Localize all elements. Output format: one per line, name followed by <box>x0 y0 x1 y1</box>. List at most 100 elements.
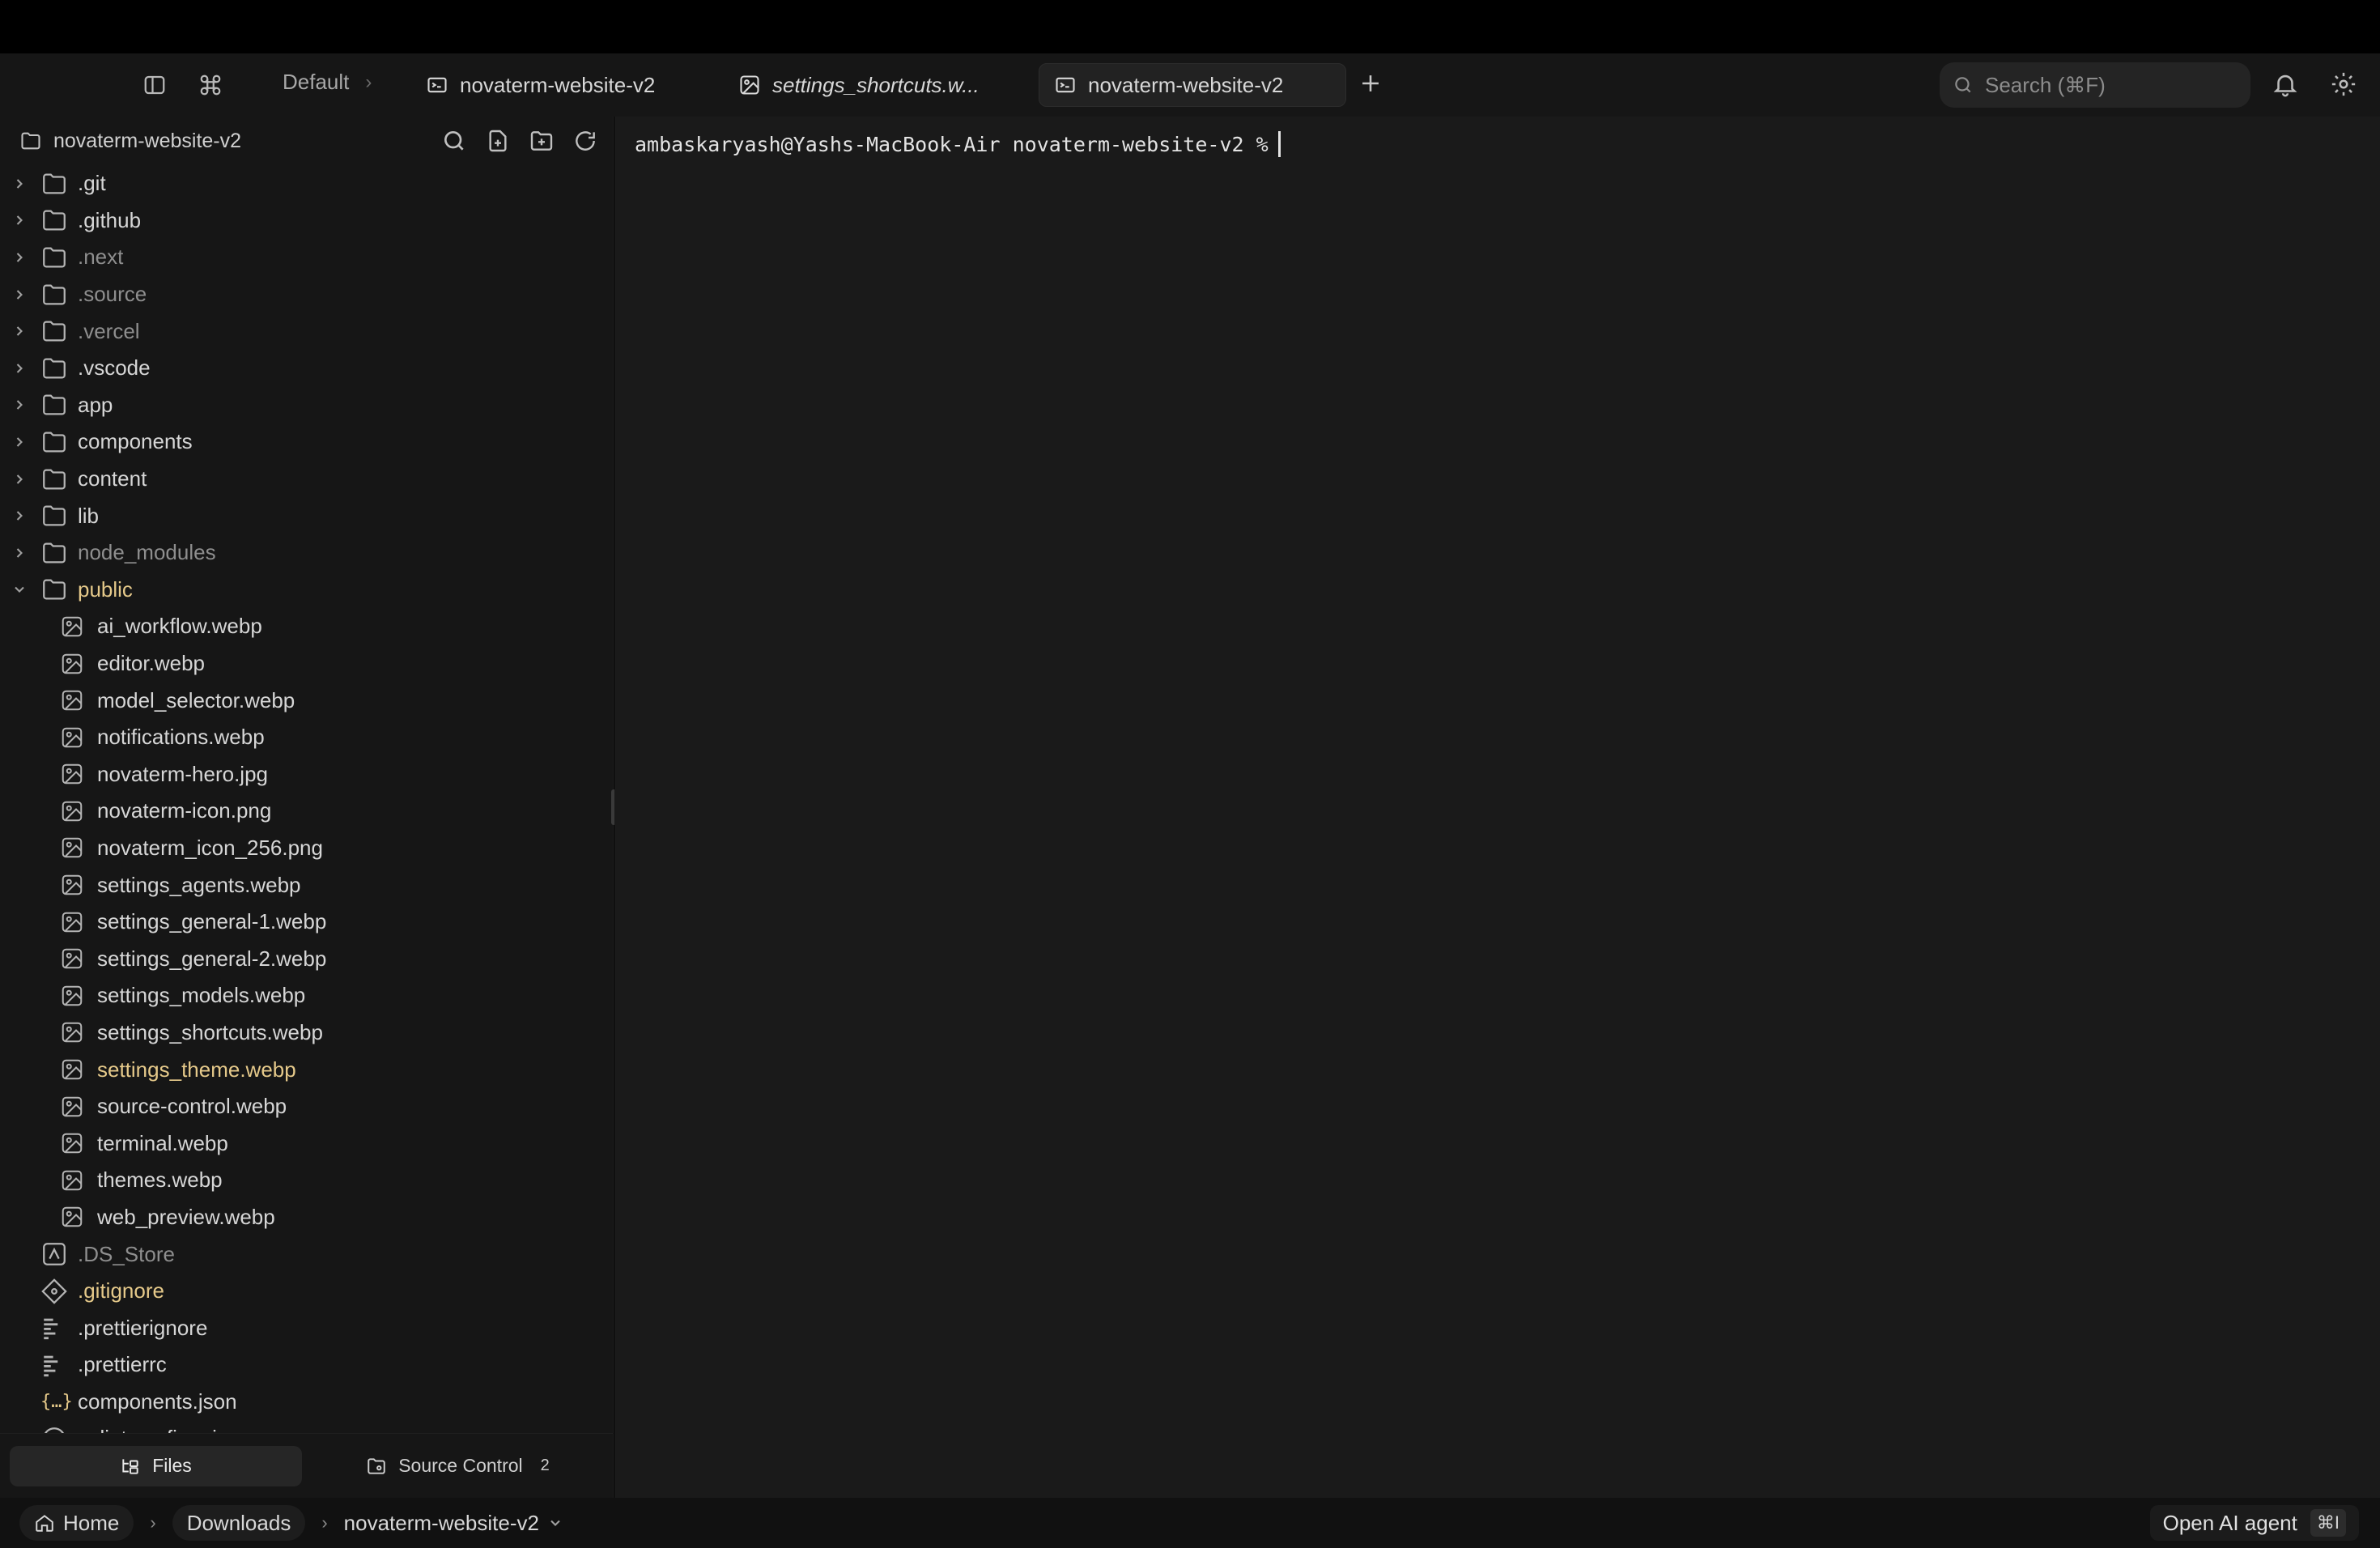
image-icon <box>740 75 759 95</box>
folder-icon <box>40 391 68 419</box>
folder-row-components[interactable]: components <box>0 423 614 461</box>
file-row[interactable]: novaterm_icon_256.png <box>0 830 614 867</box>
folder-label: app <box>78 392 113 417</box>
terminal-prompt-line: ambaskaryash@Yashs-MacBook-Air novaterm-… <box>635 131 1281 157</box>
folder-label: .next <box>78 245 124 270</box>
folder-row-lib[interactable]: lib <box>0 497 614 534</box>
breadcrumb-downloads[interactable]: Downloads <box>172 1505 306 1541</box>
tab-terminal-2[interactable]: novaterm-website-v2 <box>1039 63 1346 107</box>
source-control-icon <box>368 1457 385 1474</box>
image-file-icon <box>60 836 84 860</box>
command-icon[interactable] <box>194 69 227 101</box>
file-row[interactable]: themes.webp <box>0 1162 614 1199</box>
git-diamond-icon <box>40 1278 68 1305</box>
breadcrumb-project-label: novaterm-website-v2 <box>343 1510 539 1535</box>
file-row[interactable]: ai_workflow.webp <box>0 608 614 645</box>
file-row[interactable]: settings_agents.webp <box>0 866 614 904</box>
folder-row-node-modules[interactable]: node_modules <box>0 534 614 572</box>
new-file-icon[interactable] <box>485 128 511 154</box>
settings-button[interactable] <box>2330 70 2357 102</box>
refresh-icon[interactable] <box>572 128 598 154</box>
tab-image-preview[interactable]: settings_shortcuts.w... <box>724 63 994 107</box>
tab-files[interactable]: Files <box>10 1445 302 1486</box>
file-row[interactable]: notifications.webp <box>0 719 614 756</box>
file-row-components-json[interactable]: {…} components.json <box>0 1384 614 1421</box>
window-titlebar <box>0 0 2380 53</box>
file-row[interactable]: terminal.webp <box>0 1125 614 1162</box>
folder-open-icon <box>40 576 68 603</box>
image-file-icon <box>60 910 84 934</box>
folder-row-vercel[interactable]: .vercel <box>0 313 614 350</box>
file-row[interactable]: editor.webp <box>0 645 614 683</box>
folder-row-source[interactable]: .source <box>0 276 614 313</box>
terminal-pane[interactable]: ambaskaryash@Yashs-MacBook-Air novaterm-… <box>614 117 2380 1498</box>
image-file-icon <box>60 1020 84 1044</box>
file-row[interactable]: source-control.webp <box>0 1088 614 1125</box>
chevron-right-icon <box>11 397 31 413</box>
file-row[interactable]: settings_general-2.webp <box>0 940 614 977</box>
folder-icon <box>40 502 68 529</box>
new-folder-icon[interactable] <box>529 128 555 154</box>
folder-row-content[interactable]: content <box>0 461 614 498</box>
folder-icon <box>40 206 68 234</box>
file-row[interactable]: model_selector.webp <box>0 682 614 719</box>
chevron-down-icon <box>550 1520 560 1526</box>
tab-terminal-1[interactable]: novaterm-website-v2 <box>411 63 669 107</box>
image-file-icon <box>60 1205 84 1229</box>
sidebar-toggle-icon[interactable] <box>138 69 171 101</box>
folder-icon <box>40 539 68 567</box>
notifications-button[interactable] <box>2272 70 2299 102</box>
file-row-prettierignore[interactable]: .prettierignore <box>0 1309 614 1346</box>
terminal-cursor <box>1277 131 1281 157</box>
json-icon: {…} <box>40 1391 73 1412</box>
folder-icon <box>40 244 68 271</box>
file-row-ds-store[interactable]: .DS_Store <box>0 1235 614 1273</box>
new-tab-button[interactable] <box>1357 70 1384 101</box>
breadcrumb-project[interactable]: novaterm-website-v2 <box>344 1511 563 1536</box>
tab-label: novaterm-website-v2 <box>460 72 656 97</box>
open-ai-agent-button[interactable]: Open AI agent ⌘I <box>2149 1505 2359 1541</box>
folder-label: lib <box>78 503 100 528</box>
file-row-prettierrc[interactable]: .prettierrc <box>0 1346 614 1384</box>
file-row[interactable]: settings_general-1.webp <box>0 904 614 941</box>
file-row-modified[interactable]: settings_theme.webp <box>0 1051 614 1088</box>
file-row[interactable]: settings_shortcuts.webp <box>0 1014 614 1052</box>
file-row[interactable]: web_preview.webp <box>0 1199 614 1236</box>
file-label: settings_shortcuts.webp <box>97 1019 323 1044</box>
file-label: settings_theme.webp <box>97 1057 296 1082</box>
folder-row-github[interactable]: .github <box>0 202 614 240</box>
image-file-icon <box>60 652 84 676</box>
image-file-icon <box>60 1095 84 1119</box>
folder-row-git[interactable]: .git <box>0 165 614 202</box>
file-row-eslint-config[interactable]: eslint.config.mjs <box>0 1420 614 1433</box>
folder-label: content <box>78 466 147 491</box>
system-file-icon <box>40 1240 68 1268</box>
file-row-gitignore[interactable]: .gitignore <box>0 1273 614 1310</box>
folder-row-vscode[interactable]: .vscode <box>0 350 614 387</box>
image-file-icon <box>60 1168 84 1193</box>
tab-source-control[interactable]: Source Control 2 <box>312 1446 604 1486</box>
chevron-right-icon <box>11 323 31 339</box>
image-file-icon <box>60 1131 84 1155</box>
file-row[interactable]: novaterm-hero.jpg <box>0 756 614 793</box>
tab-source-control-label: Source Control <box>398 1455 523 1476</box>
folder-row-public[interactable]: public <box>0 572 614 609</box>
breadcrumb-home[interactable]: Home <box>19 1505 134 1541</box>
folder-row-next[interactable]: .next <box>0 239 614 276</box>
search-placeholder: Search (⌘F) <box>1985 72 2106 97</box>
workspace-breadcrumb[interactable]: Default › <box>283 70 372 95</box>
file-label: .DS_Store <box>78 1241 175 1266</box>
file-label: eslint.config.mjs <box>78 1426 227 1433</box>
image-file-icon <box>60 1057 84 1082</box>
search-files-icon[interactable] <box>441 128 467 154</box>
file-label: notifications.webp <box>97 725 265 750</box>
folder-row-app[interactable]: app <box>0 387 614 424</box>
sidebar-tabs: Files Source Control 2 <box>0 1433 614 1498</box>
tab-files-label: Files <box>152 1455 192 1476</box>
file-row[interactable]: settings_models.webp <box>0 977 614 1014</box>
file-label: terminal.webp <box>97 1130 228 1155</box>
file-row[interactable]: novaterm-icon.png <box>0 793 614 830</box>
file-tree: .git .github .next .source .vercel .vsco… <box>0 165 614 1433</box>
breadcrumb-downloads-label: Downloads <box>186 1510 291 1535</box>
search-input[interactable]: Search (⌘F) <box>1940 62 2250 108</box>
